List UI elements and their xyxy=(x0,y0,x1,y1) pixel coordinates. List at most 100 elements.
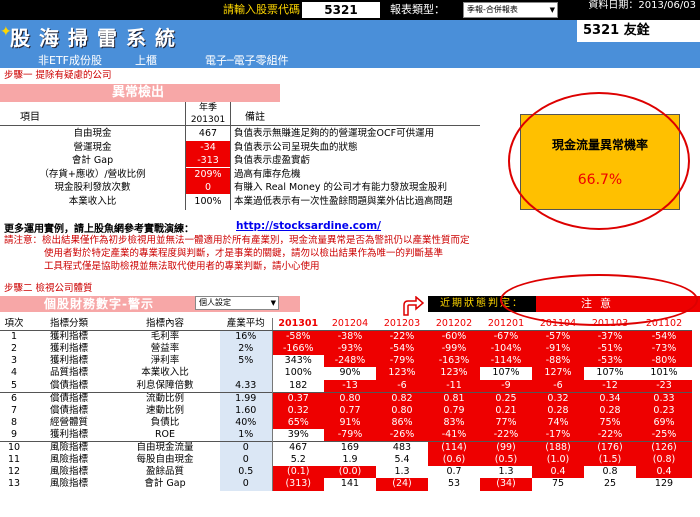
indicator-value: (34) xyxy=(480,478,532,491)
stock-code-prompt: 請輸入股票代碼 xyxy=(223,3,300,16)
indicator-name: ROE xyxy=(154,428,176,440)
table-row: 6 償債指標 流動比例 1.99 0.37 0.80 0.82 0.81 0.25 0.32 0.3… xyxy=(0,391,692,405)
indicator-value: -41% xyxy=(428,428,480,442)
indicator-value: -53% xyxy=(584,355,636,368)
indicator-category: 償債指標 xyxy=(28,391,110,405)
indicator-value: 0.82 xyxy=(376,391,428,405)
indicator-value: 100% xyxy=(284,367,312,379)
indicator-value: 123% xyxy=(428,367,480,380)
column-header: 201103 xyxy=(584,318,636,331)
indicator-value: -104% xyxy=(480,343,532,356)
indicator-value: 86% xyxy=(376,416,428,429)
industry-average: 4.33 xyxy=(220,379,273,393)
indicator-value: 83% xyxy=(428,416,480,429)
table-row: 1 獲利指標 毛利率 16% -58% -38% -22% -60% -67% -57% -37% -… xyxy=(0,330,692,343)
table-row: 7 償債指標 速動比例 1.60 0.32 0.77 0.80 0.79 0.21 0.28 0.2… xyxy=(0,404,692,417)
indicator-value: -79% xyxy=(324,428,376,442)
col-item-header: 項目 xyxy=(20,112,40,123)
step2-label: 步驟二 檢視公司體質 xyxy=(4,283,93,294)
indicator-name: 自由現金流量 xyxy=(110,440,220,454)
indicator-category: 風險指標 xyxy=(28,440,110,454)
report-type-value: 季報-合併報表 xyxy=(467,5,518,14)
column-header: 201104 xyxy=(532,318,584,331)
website-link[interactable]: http://stocksardine.com/ xyxy=(236,220,381,232)
indicator-value: -73% xyxy=(636,343,692,356)
indicator-value: 0.81 xyxy=(428,391,480,405)
indicator-value: 1.3 xyxy=(498,466,514,478)
anomaly-note: 本業過低表示有一次性盈餘問題與業外佔比過高問題 xyxy=(234,195,453,207)
market-type: 上櫃 xyxy=(135,54,157,67)
indicator-value: 53 xyxy=(447,478,461,490)
table-row: 3 獲利指標 淨利率 5% 343% -248% -79% -163% -114% -88% -53… xyxy=(0,355,692,368)
row-number: 7 xyxy=(10,404,18,416)
anomaly-value: 209% xyxy=(186,167,230,181)
table-row: 12 風險指標 盈餘品質 0.5 (0.1) (0.0) 1.3 0.7 1.3 0.4 0.8 0.… xyxy=(0,466,692,479)
indicator-value: 123% xyxy=(376,367,428,380)
indicator-value: 127% xyxy=(532,367,584,380)
indicator-value: -91% xyxy=(532,343,584,356)
indicator-category: 品質指標 xyxy=(49,367,88,379)
indicator-value: (0.1) xyxy=(272,466,324,479)
anomaly-note: 負值表示虛盈實虧 xyxy=(234,155,311,166)
industry-average: 0 xyxy=(220,478,273,491)
col-yq-header: 年季 201301 xyxy=(186,102,230,126)
column-header: 201301 xyxy=(272,318,324,331)
report-type-select[interactable]: 季報-合併報表 ▼ xyxy=(463,2,558,18)
indicator-value: -13 xyxy=(324,379,376,393)
table-row: 13 風險指標 會計 Gap 0 (313) 141 (24) 53 (34) 75 25 129 xyxy=(0,478,692,491)
indicator-value: (99) xyxy=(480,440,532,454)
industry-average: 1.99 xyxy=(220,391,273,405)
indicator-value: -67% xyxy=(480,330,532,343)
custom-settings-value: 個人設定 xyxy=(199,298,231,307)
indicator-value: (188) xyxy=(532,440,584,454)
indicator-value: -6 xyxy=(376,379,428,393)
indicator-value: 69% xyxy=(636,416,692,429)
note-line-1: 請注意：檢出結果僅作為初步檢視用並無法一體適用於所有產業別，現金流量異常是否為警… xyxy=(4,235,470,246)
indicator-value: -25% xyxy=(636,428,692,442)
indicator-value: 0.79 xyxy=(428,404,480,417)
stock-code-input[interactable]: 5321 xyxy=(302,2,380,18)
indicator-value: -58% xyxy=(272,330,324,343)
indicator-category: 風險指標 xyxy=(49,478,88,490)
column-header: 201203 xyxy=(376,318,428,331)
custom-settings-select[interactable]: 個人設定 ▼ xyxy=(195,296,279,310)
industry-average: 1% xyxy=(220,428,273,442)
stock-display: 5321 友銓 xyxy=(577,20,700,42)
indicator-name: 流動比例 xyxy=(110,391,220,405)
row-number: 10 xyxy=(0,440,28,454)
indicator-value: -57% xyxy=(532,330,584,343)
indicator-name: 每股自由現金 xyxy=(136,454,194,466)
anomaly-value: 0 xyxy=(186,181,230,194)
industry-average xyxy=(220,367,273,380)
indicator-value: 39% xyxy=(287,428,309,440)
indicator-value: (0.6) xyxy=(428,453,480,467)
anomaly-value: -34 xyxy=(186,140,230,154)
indicator-category: 償債指標 xyxy=(49,404,88,416)
table-row: 9 獲利指標 ROE 1% 39% -79% -26% -41% -22% -17% -22% -25… xyxy=(0,428,692,442)
indicator-value: 90% xyxy=(339,367,361,379)
indicator-value: 0.33 xyxy=(636,391,692,405)
system-title: 股海掃雷系統 xyxy=(10,26,184,50)
anomaly-item: （存貨+應收）/營收比例 xyxy=(39,168,146,180)
indicator-value: -93% xyxy=(324,343,376,356)
indicator-value: -79% xyxy=(376,355,428,368)
indicator-value: -51% xyxy=(584,343,636,356)
anomaly-row: 營運現金 -34 負值表示公司呈現失血的狀態 xyxy=(0,140,480,154)
indicator-value: 129 xyxy=(654,478,674,490)
indicator-category: 經營體質 xyxy=(49,416,88,428)
indicator-value: -9 xyxy=(480,379,532,393)
column-header: 指標分類 xyxy=(28,318,110,331)
indicator-value: (24) xyxy=(376,478,428,491)
indicator-value: 0.23 xyxy=(636,404,692,417)
indicator-value: (126) xyxy=(636,440,692,454)
anomaly-value: 467 xyxy=(198,128,218,139)
more-info-text: 更多運用實例，請上股魚網參考實戰演練： xyxy=(4,224,194,235)
indicator-value: 0.4 xyxy=(636,466,692,479)
indicator-category: 風險指標 xyxy=(49,466,88,478)
indicator-value: 141 xyxy=(340,478,360,490)
data-date: 資料日期：2013/06/03 xyxy=(575,0,700,12)
indicator-value: -80% xyxy=(636,355,692,368)
industry-average: 2% xyxy=(220,343,273,356)
indicator-name: 淨利率 xyxy=(150,355,180,367)
indicator-value: 0.7 xyxy=(446,466,462,478)
